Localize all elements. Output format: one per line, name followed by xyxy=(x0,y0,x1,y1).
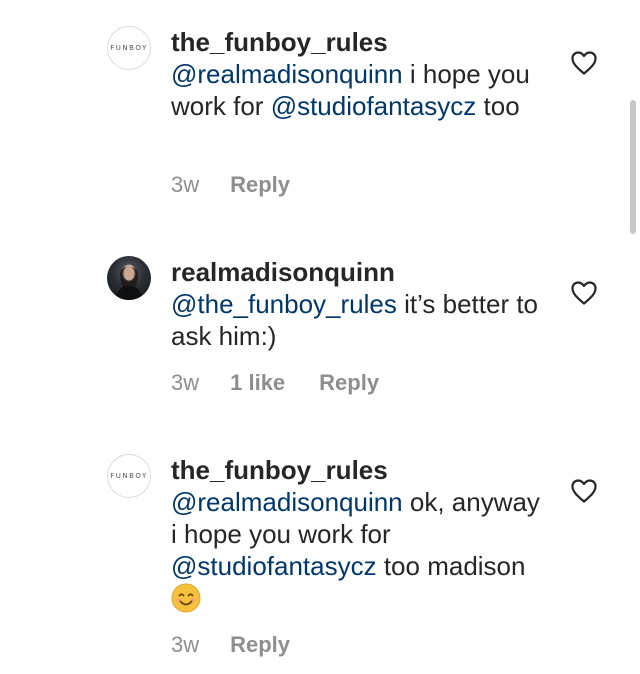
mention-link[interactable]: @studiofantasycz xyxy=(171,551,377,581)
comment-username[interactable]: the_funboy_rules xyxy=(171,454,551,486)
comment-body: the_funboy_rules @realmadisonquinn i hope… xyxy=(171,26,551,122)
comment-timestamp: 3w xyxy=(171,632,200,657)
likes-count[interactable]: 1 like xyxy=(230,370,285,396)
comment-body: realmadisonquinn @the_funboy_rules it’s b… xyxy=(171,256,551,352)
scrollbar[interactable] xyxy=(630,100,636,234)
comment-meta: 3w 1 like Reply xyxy=(171,370,379,396)
reply-button[interactable]: Reply xyxy=(230,172,290,198)
mention-link[interactable]: @realmadisonquinn xyxy=(171,59,403,89)
comment-1: FUNBOY the_funboy_rules @realmadisonquinn… xyxy=(0,0,640,230)
mention-link[interactable]: @studiofantasycz xyxy=(271,91,477,121)
comment-body: the_funboy_rules @realmadisonquinn ok, an… xyxy=(171,454,551,614)
avatar-realmadisonquinn[interactable] xyxy=(107,256,151,300)
comment-timestamp: 3w xyxy=(171,370,200,395)
comment-3: FUNBOY the_funboy_rules @realmadisonquinn… xyxy=(0,428,640,674)
heart-outline-icon[interactable] xyxy=(570,478,598,504)
profile-photo-icon xyxy=(115,264,143,300)
avatar-brand-text: FUNBOY xyxy=(110,472,148,480)
comment-text: too xyxy=(476,91,520,121)
avatar-the-funboy-rules[interactable]: FUNBOY xyxy=(107,26,151,70)
comment-meta: 3w Reply xyxy=(171,172,290,198)
heart-outline-icon[interactable] xyxy=(570,50,598,76)
comment-timestamp: 3w xyxy=(171,172,200,197)
comment-username[interactable]: the_funboy_rules xyxy=(171,26,551,58)
reply-button[interactable]: Reply xyxy=(230,632,290,658)
comment-username[interactable]: realmadisonquinn xyxy=(171,256,551,288)
avatar-the-funboy-rules[interactable]: FUNBOY xyxy=(107,454,151,498)
comment-2: realmadisonquinn @the_funboy_rules it’s b… xyxy=(0,230,640,430)
reply-button[interactable]: Reply xyxy=(319,370,379,396)
mention-link[interactable]: @the_funboy_rules xyxy=(171,289,397,319)
avatar-brand-text: FUNBOY xyxy=(110,44,148,52)
comment-text: too madison xyxy=(376,551,526,581)
heart-outline-icon[interactable] xyxy=(570,280,598,306)
comment-meta: 3w Reply xyxy=(171,632,290,658)
mention-link[interactable]: @realmadisonquinn xyxy=(171,487,403,517)
smiling-face-emoji xyxy=(171,583,201,613)
